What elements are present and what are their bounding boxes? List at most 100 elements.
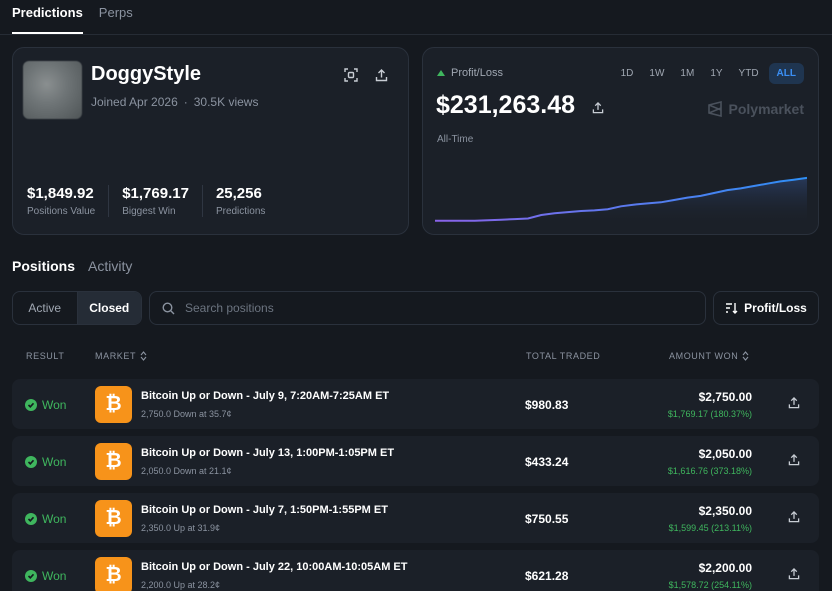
check-circle-icon xyxy=(25,513,37,525)
result-label: Won xyxy=(42,455,67,469)
pnl-title-label: Profit/Loss xyxy=(451,67,503,79)
pnl-area xyxy=(435,177,807,226)
top-divider xyxy=(0,34,832,35)
bitcoin-icon: ₿ xyxy=(95,557,132,591)
pnl-value: $231,263.48 xyxy=(436,91,576,119)
share-profile-button[interactable] xyxy=(370,64,392,86)
polymarket-brand: Polymarket xyxy=(707,101,804,117)
avatar xyxy=(23,61,82,119)
qr-scan-button[interactable] xyxy=(340,64,362,86)
result-status: Won xyxy=(25,398,66,412)
share-position-button[interactable] xyxy=(788,567,800,585)
stat-label: Positions Value xyxy=(27,206,96,217)
col-total-traded: TOTAL TRADED xyxy=(526,351,601,361)
range-1d[interactable]: 1D xyxy=(615,63,640,84)
share-position-button[interactable] xyxy=(788,396,800,414)
tab-perps[interactable]: Perps xyxy=(99,0,133,34)
stat-biggest-win: $1,769.17 Biggest Win xyxy=(122,185,203,217)
share-icon xyxy=(592,102,604,114)
section-tabs: Positions Activity xyxy=(12,258,132,274)
col-amount-won[interactable]: AMOUNT WON xyxy=(669,351,749,361)
total-traded: $433.24 xyxy=(525,455,569,469)
sort-icon xyxy=(726,303,738,314)
search-icon xyxy=(162,301,175,314)
table-row[interactable]: Won ₿ Bitcoin Up or Down - July 22, 10:0… xyxy=(12,550,819,591)
market-position: 2,200.0 Up at 28.2¢ xyxy=(141,580,221,590)
top-tabs: Predictions Perps xyxy=(12,0,133,34)
market-title[interactable]: Bitcoin Up or Down - July 22, 10:00AM-10… xyxy=(141,561,408,573)
polymarket-logo-icon xyxy=(707,101,722,117)
amount-won: $2,050.00 xyxy=(698,447,752,461)
table-row[interactable]: Won ₿ Bitcoin Up or Down - July 9, 7:20A… xyxy=(12,379,819,429)
share-icon xyxy=(788,397,800,409)
up-triangle-icon xyxy=(437,70,445,76)
check-circle-icon xyxy=(25,399,37,411)
share-position-button[interactable] xyxy=(788,510,800,528)
range-all[interactable]: ALL xyxy=(768,63,804,84)
share-pnl-button[interactable] xyxy=(587,97,609,119)
stat-positions-value: $1,849.92 Positions Value xyxy=(27,185,110,217)
table-row[interactable]: Won ₿ Bitcoin Up or Down - July 7, 1:50P… xyxy=(12,493,819,543)
market-title[interactable]: Bitcoin Up or Down - July 13, 1:00PM-1:0… xyxy=(141,447,394,459)
pnl-card: Profit/Loss 1D 1W 1M 1Y YTD ALL $231,263… xyxy=(422,47,819,235)
result-status: Won xyxy=(25,455,66,469)
view-count: 30.5K views xyxy=(193,95,259,109)
profile-card: DoggyStyle Joined Apr 2026 · 30.5K views $… xyxy=(12,47,409,235)
result-label: Won xyxy=(42,569,67,583)
market-position: 2,750.0 Down at 35.7¢ xyxy=(141,409,232,419)
separator-dot: · xyxy=(183,95,188,109)
table-row[interactable]: Won ₿ Bitcoin Up or Down - July 13, 1:00… xyxy=(12,436,819,486)
total-traded: $621.28 xyxy=(525,569,569,583)
stat-predictions: 25,256 Predictions xyxy=(216,185,278,217)
result-label: Won xyxy=(42,512,67,526)
market-position: 2,350.0 Up at 31.9¢ xyxy=(141,523,221,533)
bitcoin-icon: ₿ xyxy=(95,386,132,423)
range-1m[interactable]: 1M xyxy=(674,63,700,84)
range-1w[interactable]: 1W xyxy=(643,63,670,84)
username: DoggyStyle xyxy=(91,63,202,85)
share-icon xyxy=(375,68,387,81)
range-1y[interactable]: 1Y xyxy=(704,63,728,84)
share-icon xyxy=(788,511,800,523)
total-traded: $750.55 xyxy=(525,512,569,526)
col-amount-won-label: AMOUNT WON xyxy=(669,351,739,361)
profit-amount: $1,578.72 (254.11%) xyxy=(668,580,752,590)
stat-label: Biggest Win xyxy=(122,206,176,217)
pnl-title: Profit/Loss xyxy=(437,67,503,79)
profit-amount: $1,769.17 (180.37%) xyxy=(667,409,752,419)
pnl-chart xyxy=(435,176,807,226)
sort-arrows-icon xyxy=(742,351,749,361)
check-circle-icon xyxy=(25,570,37,582)
stat-value: $1,849.92 xyxy=(27,185,94,202)
brand-name: Polymarket xyxy=(728,101,804,117)
active-filter-button[interactable]: Active xyxy=(13,292,77,324)
profile-meta: Joined Apr 2026 · 30.5K views xyxy=(91,95,258,109)
col-market[interactable]: MARKET xyxy=(95,351,147,361)
market-title[interactable]: Bitcoin Up or Down - July 7, 1:50PM-1:55… xyxy=(141,504,388,516)
amount-won: $2,750.00 xyxy=(698,390,752,404)
share-icon xyxy=(788,454,800,466)
total-traded: $980.83 xyxy=(525,398,569,412)
result-label: Won xyxy=(42,398,67,412)
profit-amount: $1,599.45 (213.11%) xyxy=(668,523,752,533)
market-title[interactable]: Bitcoin Up or Down - July 9, 7:20AM-7:25… xyxy=(141,390,389,402)
search-input[interactable] xyxy=(185,301,685,315)
scan-icon xyxy=(344,68,358,82)
amount-won: $2,200.00 xyxy=(698,561,752,575)
tab-activity[interactable]: Activity xyxy=(88,258,132,274)
bitcoin-icon: ₿ xyxy=(95,500,132,537)
range-ytd[interactable]: YTD xyxy=(733,63,765,84)
closed-filter-button[interactable]: Closed xyxy=(76,292,141,324)
pnl-period: All-Time xyxy=(437,134,474,145)
sort-arrows-icon xyxy=(140,351,147,361)
share-position-button[interactable] xyxy=(788,453,800,471)
sort-profit-loss-button[interactable]: Profit/Loss xyxy=(713,291,819,325)
stat-value: $1,769.17 xyxy=(122,185,189,202)
profile-stats: $1,849.92 Positions Value $1,769.17 Bigg… xyxy=(27,185,291,217)
tab-predictions[interactable]: Predictions xyxy=(12,0,83,34)
tab-positions[interactable]: Positions xyxy=(12,258,75,274)
joined-date: Joined Apr 2026 xyxy=(91,95,178,109)
result-status: Won xyxy=(25,512,66,526)
result-status: Won xyxy=(25,569,66,583)
stat-label: Predictions xyxy=(215,206,266,217)
